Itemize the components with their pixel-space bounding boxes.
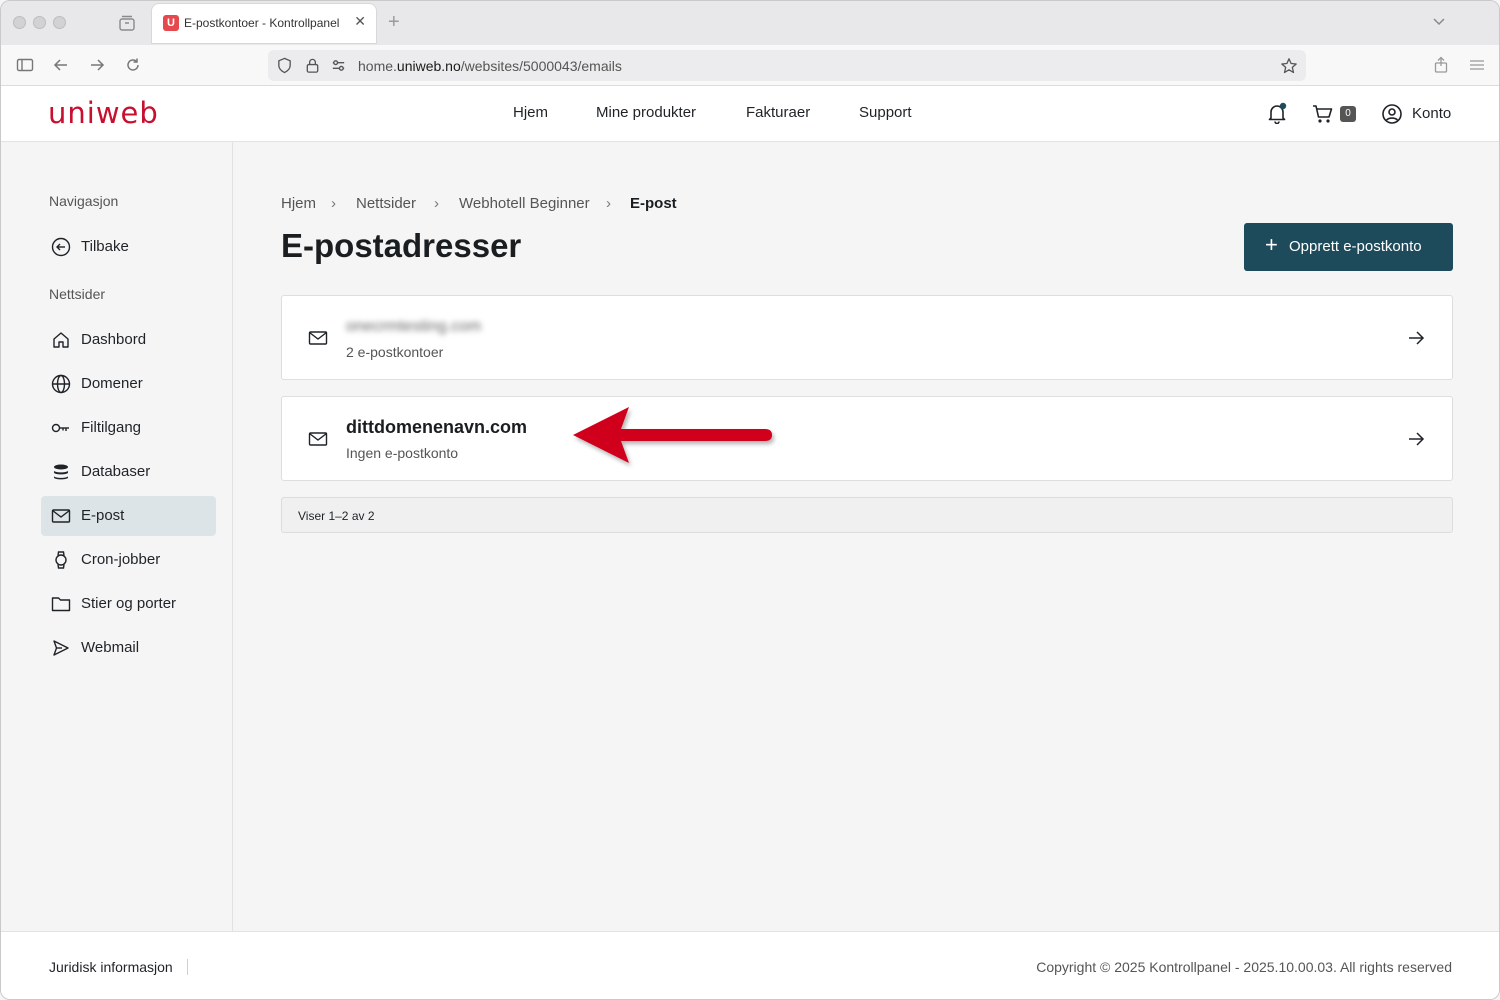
annotation-arrow-icon	[573, 407, 772, 463]
browser-toolbar: home.uniweb.no/websites/5000043/emails	[1, 45, 1499, 86]
breadcrumb-webhotel[interactable]: Webhotell Beginner	[459, 195, 590, 212]
cart-count-badge: 0	[1340, 106, 1356, 122]
domain-account-count: Ingen e-postkonto	[346, 445, 459, 461]
legal-info-link[interactable]: Juridisk informasjon	[49, 959, 188, 975]
chevron-right-icon: ›	[606, 195, 611, 212]
sidebar-item-label: Tilbake	[81, 238, 129, 255]
browser-window: U E-postkontoer - Kontrollpanel ✕ + home…	[0, 0, 1500, 1000]
sidebar-heading-navigation: Navigasjon	[49, 193, 119, 209]
sidebar-heading-websites: Nettsider	[49, 286, 106, 302]
nav-home[interactable]: Hjem	[513, 104, 548, 121]
sidebar: Navigasjon Tilbake Nettsider Dashbord Do…	[1, 142, 233, 931]
close-window-button[interactable]	[13, 16, 26, 29]
chevron-right-icon: ›	[331, 195, 336, 212]
arrow-right-icon[interactable]	[1406, 328, 1426, 348]
create-email-account-button[interactable]: + Opprett e-postkonto	[1244, 223, 1453, 271]
zoom-window-button[interactable]	[53, 16, 66, 29]
footer: Juridisk informasjon Copyright © 2025 Ko…	[1, 931, 1499, 999]
sidebar-item-label: Cron-jobber	[81, 551, 161, 568]
uniweb-logo[interactable]: uniweb	[48, 96, 159, 130]
breadcrumb-home[interactable]: Hjem	[281, 195, 316, 212]
bell-icon[interactable]	[1266, 102, 1288, 124]
permissions-icon[interactable]	[330, 57, 347, 74]
key-icon	[51, 423, 69, 433]
sidebar-item-email[interactable]: E-post	[41, 496, 216, 536]
mail-icon	[308, 432, 328, 446]
breadcrumb-websites[interactable]: Nettsider	[356, 195, 416, 212]
sidebar-item-cron-jobs[interactable]: Cron-jobber	[41, 540, 216, 580]
menu-icon[interactable]	[1468, 56, 1486, 74]
sidebar-item-label: Domener	[81, 375, 143, 392]
mail-icon	[51, 509, 71, 523]
sidebar-item-label: Databaser	[81, 463, 151, 480]
sidebar-item-databases[interactable]: Databaser	[41, 452, 216, 492]
account-link[interactable]: Konto	[1412, 105, 1451, 122]
mail-icon	[308, 331, 328, 345]
shield-icon[interactable]	[276, 57, 293, 74]
domain-card[interactable]: onecrmtesting.com 2 e-postkontoer	[281, 295, 1453, 380]
back-arrow-icon[interactable]	[52, 56, 70, 74]
active-tab[interactable]: U E-postkontoer - Kontrollpanel ✕	[152, 4, 376, 43]
pagination-info: Viser 1–2 av 2	[281, 497, 1453, 533]
sidebar-item-dashboard[interactable]: Dashbord	[41, 320, 216, 360]
sidebar-item-label: Webmail	[81, 639, 140, 656]
nav-my-products[interactable]: Mine produkter	[596, 104, 696, 121]
back-circle-icon	[51, 237, 71, 257]
folder-icon	[51, 597, 71, 612]
create-button-label: Opprett e-postkonto	[1289, 238, 1422, 255]
sidebar-item-paths-ports[interactable]: Stier og porter	[41, 584, 216, 624]
plus-icon: +	[1265, 232, 1278, 257]
database-icon	[54, 464, 68, 480]
cart-icon[interactable]	[1312, 103, 1334, 125]
nav-support[interactable]: Support	[859, 104, 912, 121]
sidebar-item-domains[interactable]: Domener	[41, 364, 216, 404]
chevron-down-icon[interactable]	[1431, 13, 1447, 29]
arrow-right-icon[interactable]	[1406, 429, 1426, 449]
minimize-window-button[interactable]	[33, 16, 46, 29]
sidebar-item-webmail[interactable]: Webmail	[41, 628, 216, 668]
tab-bar: U E-postkontoer - Kontrollpanel ✕ +	[1, 1, 1499, 45]
sidebar-item-label: Stier og porter	[81, 595, 177, 612]
url-text: home.uniweb.no/websites/5000043/emails	[358, 58, 622, 74]
domain-name: dittdomenenavn.com	[346, 417, 528, 437]
copyright-text: Copyright © 2025 Kontrollpanel - 2025.10…	[1036, 959, 1452, 975]
send-icon	[53, 640, 69, 656]
watch-icon	[55, 551, 67, 569]
lock-icon[interactable]	[304, 57, 321, 74]
sidebar-item-back[interactable]: Tilbake	[41, 227, 216, 267]
domain-account-count: 2 e-postkontoer	[346, 344, 444, 360]
breadcrumb-current: E-post	[630, 195, 677, 212]
page-title: E-postadresser	[281, 227, 522, 264]
user-icon[interactable]	[1381, 103, 1403, 125]
domain-card[interactable]: dittdomenenavn.com Ingen e-postkonto	[281, 396, 1453, 481]
new-tab-icon[interactable]: +	[388, 11, 400, 33]
nav-invoices[interactable]: Fakturaer	[746, 104, 810, 121]
chevron-right-icon: ›	[434, 195, 439, 212]
forward-arrow-icon[interactable]	[88, 56, 106, 74]
home-icon	[53, 332, 69, 348]
tab-close-icon[interactable]: ✕	[354, 13, 366, 30]
bookmark-star-icon[interactable]	[1280, 57, 1298, 75]
address-bar[interactable]: home.uniweb.no/websites/5000043/emails	[268, 50, 1306, 81]
sidebar-item-label: Filtilgang	[81, 419, 142, 436]
sidebar-toggle-icon[interactable]	[16, 56, 34, 74]
site-header: uniweb Hjem Mine produkter Fakturaer Sup…	[1, 86, 1499, 142]
sidebar-item-file-access[interactable]: Filtilgang	[41, 408, 216, 448]
sidebar-item-label: Dashbord	[81, 331, 147, 348]
favicon-icon: U	[163, 15, 179, 31]
share-icon[interactable]	[1432, 56, 1450, 74]
globe-icon	[51, 374, 71, 394]
domain-name: onecrmtesting.com	[346, 318, 482, 335]
sidebar-item-label: E-post	[81, 507, 125, 524]
pagination-text: Viser 1–2 av 2	[298, 509, 375, 523]
tab-overview-icon[interactable]	[117, 13, 137, 33]
tab-title: E-postkontoer - Kontrollpanel	[184, 16, 340, 30]
reload-icon[interactable]	[124, 56, 142, 74]
